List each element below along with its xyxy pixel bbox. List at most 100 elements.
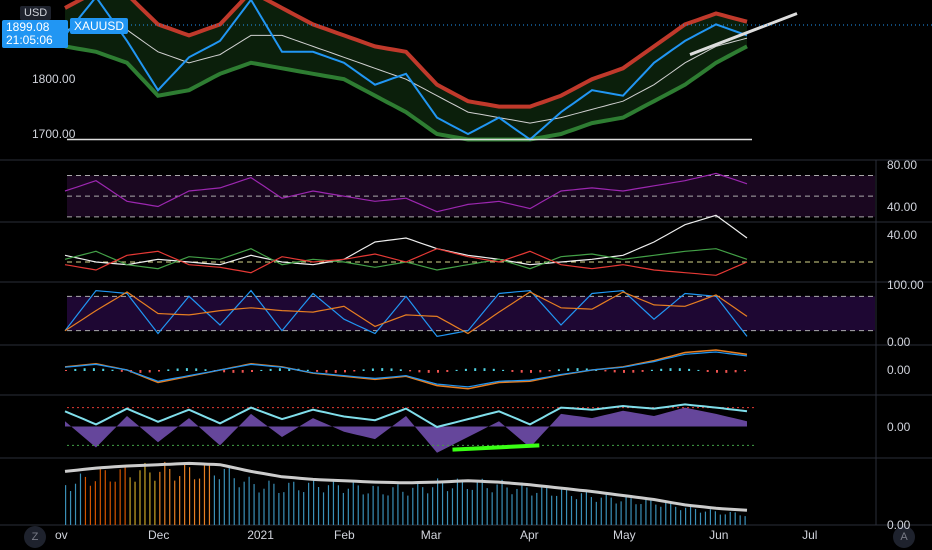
- volume-bar: [427, 493, 429, 525]
- volume-bar: [744, 516, 746, 525]
- volume-bar: [437, 478, 439, 525]
- volume-bar: [298, 490, 300, 525]
- histogram-bar: [390, 368, 393, 371]
- volume-bar: [680, 510, 682, 525]
- volume-bar: [129, 477, 131, 525]
- volume-bar: [565, 487, 568, 525]
- volume-bar: [139, 470, 141, 525]
- timezone-button[interactable]: Z: [24, 526, 46, 548]
- histogram-bar: [92, 368, 95, 371]
- volume-bar: [709, 509, 711, 525]
- volume-bar: [104, 470, 106, 525]
- histogram-bar: [743, 370, 746, 372]
- volume-bar: [84, 476, 87, 525]
- time-tick-label: ov: [55, 528, 68, 542]
- symbol-label: XAUUSD: [70, 18, 129, 34]
- volume-bar: [184, 464, 186, 525]
- volume-bar: [392, 487, 394, 525]
- histogram-bar: [418, 370, 421, 373]
- histogram-bar: [102, 368, 105, 371]
- macd-line: [64, 349, 748, 390]
- histogram-bar: [492, 368, 495, 371]
- histogram-bar: [455, 369, 458, 371]
- histogram-bar: [353, 370, 356, 372]
- histogram-bar: [706, 370, 709, 372]
- volume-bar: [303, 492, 305, 525]
- price-tick-label: 0.00: [887, 363, 911, 377]
- time-tick-label: Apr: [520, 528, 539, 542]
- volume-bar: [273, 483, 275, 525]
- volume-bar: [193, 479, 196, 525]
- histogram-bar: [185, 368, 188, 371]
- volume-bar: [724, 514, 726, 525]
- volume-bar: [189, 467, 191, 525]
- volume-bar: [640, 504, 642, 525]
- chart-canvas[interactable]: [0, 0, 932, 550]
- volume-bar: [377, 486, 379, 525]
- volume-bar: [675, 506, 677, 525]
- time-tick-label: May: [613, 528, 636, 542]
- histogram-bar: [437, 370, 439, 373]
- volume-bar: [243, 481, 245, 525]
- histogram-bar: [650, 369, 653, 371]
- histogram-bar: [697, 369, 700, 371]
- volume-bar: [590, 497, 592, 525]
- volume-bar: [739, 515, 741, 525]
- volume-bar: [605, 493, 607, 525]
- volume-bar: [734, 512, 736, 525]
- volume-bar: [357, 485, 359, 525]
- histogram-bar: [139, 370, 142, 373]
- volume-bar: [313, 478, 315, 525]
- histogram-bar: [734, 370, 737, 373]
- volume-bar: [660, 506, 662, 525]
- volume-bar: [635, 504, 637, 525]
- countdown: 21:05:06: [6, 33, 53, 47]
- volume-bar: [699, 512, 702, 525]
- histogram-bar: [613, 370, 616, 373]
- histogram-bar: [716, 370, 718, 373]
- histogram-bar: [176, 368, 179, 371]
- volume-bar: [694, 509, 697, 525]
- volume-bar: [511, 494, 513, 525]
- volume-bar: [134, 481, 136, 525]
- volume-bar: [476, 480, 478, 525]
- volume-bar: [451, 488, 454, 525]
- price-tick-label: 0.00: [887, 335, 911, 350]
- histogram-bar: [241, 370, 244, 373]
- volume-bar: [580, 493, 583, 525]
- band-fill: [67, 296, 875, 331]
- volume-bar: [719, 514, 721, 525]
- volume-bar: [99, 469, 101, 525]
- histogram-bar: [195, 368, 198, 371]
- histogram-bar: [362, 369, 365, 371]
- volume-bar: [541, 485, 543, 525]
- volume-bar: [322, 492, 325, 525]
- volume-bar: [198, 478, 201, 525]
- histogram-bar: [623, 370, 625, 373]
- histogram-bar: [83, 368, 86, 371]
- volume-bar: [283, 492, 285, 525]
- volume-bar: [154, 480, 156, 525]
- histogram-bar: [632, 370, 635, 373]
- price-tick-label: 0.00: [887, 518, 911, 532]
- volume-bar: [203, 465, 206, 525]
- histogram-bar: [483, 368, 486, 371]
- volume-bar: [238, 487, 240, 525]
- volume-bar: [670, 501, 672, 525]
- volume-bar: [342, 492, 344, 525]
- volume-bar: [620, 501, 622, 525]
- price-tick-label: 0.00: [887, 419, 911, 434]
- histogram-bar: [260, 369, 263, 371]
- histogram-bar: [120, 370, 123, 372]
- histogram-bar: [223, 370, 226, 373]
- volume-bar: [208, 463, 211, 525]
- volume-bar: [218, 479, 220, 525]
- histogram-bar: [557, 369, 560, 371]
- time-tick-label: Jul: [802, 528, 818, 542]
- histogram-bar: [204, 369, 207, 371]
- histogram-bar: [446, 370, 449, 372]
- price-tick-label: 80.00: [887, 158, 918, 173]
- price-tick-label: 100.00: [887, 277, 924, 292]
- histogram-bar: [306, 369, 309, 371]
- volume-bar: [610, 497, 612, 525]
